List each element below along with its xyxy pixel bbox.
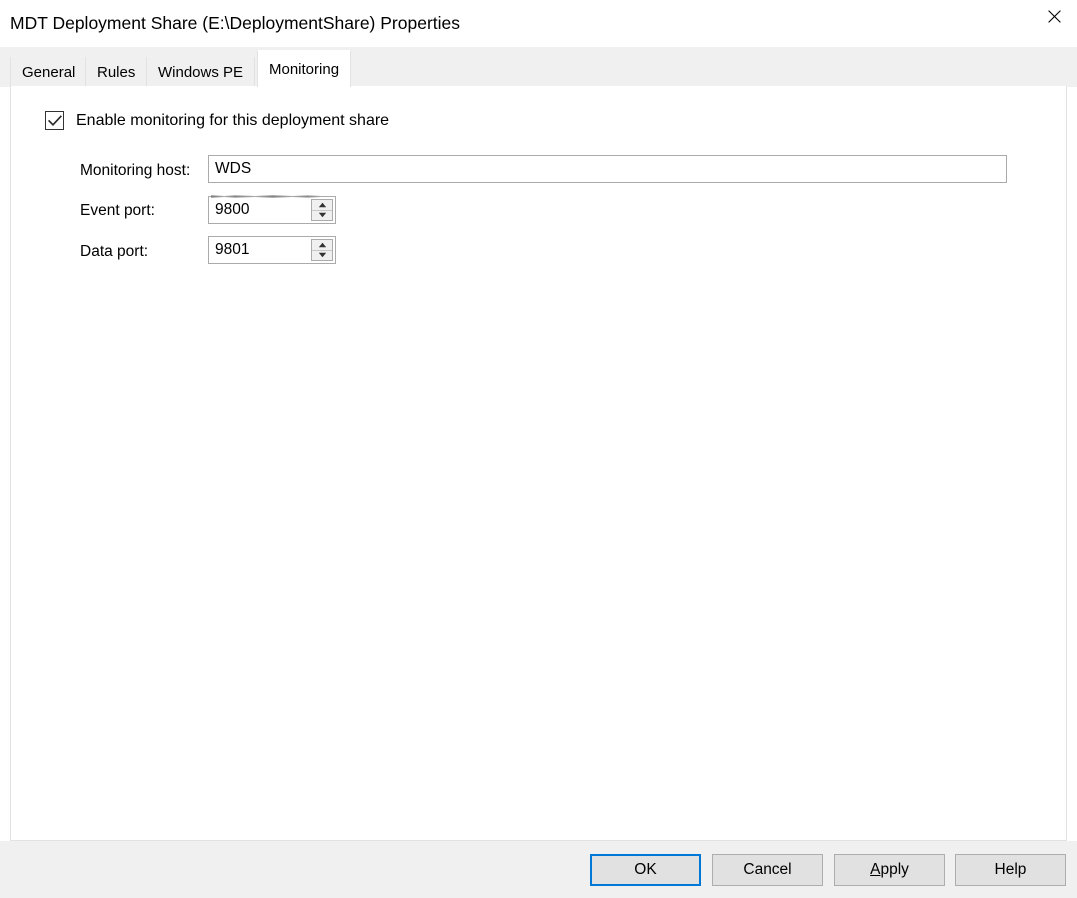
tab-general[interactable]: General — [10, 57, 88, 87]
data-port-value: 9801 — [215, 241, 250, 258]
monitoring-tab-panel: Enable monitoring for this deployment sh… — [10, 86, 1067, 841]
data-port-spinner-down[interactable] — [312, 250, 332, 260]
enable-monitoring-checkbox[interactable] — [45, 111, 64, 130]
window-title: MDT Deployment Share (E:\DeploymentShare… — [10, 13, 461, 33]
checkmark-icon — [47, 114, 62, 127]
data-port-input[interactable]: 9801 — [208, 236, 336, 264]
event-port-label: Event port: — [80, 202, 155, 219]
cancel-button[interactable]: Cancel — [712, 854, 823, 886]
close-button[interactable] — [1031, 0, 1077, 33]
event-port-spinner-down[interactable] — [312, 210, 332, 220]
data-port-spinner-up[interactable] — [312, 240, 332, 251]
tab-rules-label: Rules — [97, 63, 136, 81]
apply-button-rest: pply — [880, 861, 909, 878]
event-port-spinner[interactable] — [311, 199, 333, 221]
tab-rules[interactable]: Rules — [85, 57, 148, 87]
data-port-spinner[interactable] — [311, 239, 333, 261]
cancel-button-label: Cancel — [743, 861, 792, 878]
enable-monitoring-label: Enable monitoring for this deployment sh… — [76, 111, 390, 129]
monitoring-host-value: WDS — [215, 160, 252, 177]
apply-button[interactable]: Apply — [834, 854, 945, 886]
triangle-up-icon — [318, 202, 327, 208]
tab-windows-pe[interactable]: Windows PE — [146, 57, 256, 87]
event-port-input[interactable]: 9800 — [208, 196, 336, 224]
monitoring-host-label: Monitoring host: — [80, 162, 191, 179]
help-button[interactable]: Help — [955, 854, 1066, 886]
close-icon — [1047, 10, 1061, 23]
data-port-label: Data port: — [80, 243, 149, 260]
ok-button-label: OK — [634, 861, 657, 878]
title-bar: MDT Deployment Share (E:\DeploymentShare… — [0, 0, 1077, 47]
monitoring-host-input[interactable]: WDS — [208, 155, 1007, 183]
triangle-down-icon — [318, 252, 327, 258]
tab-monitoring-label: Monitoring — [269, 60, 340, 78]
event-port-spinner-up[interactable] — [312, 200, 332, 211]
ok-button[interactable]: OK — [590, 854, 701, 886]
tab-general-label: General — [22, 63, 76, 81]
help-button-label: Help — [994, 861, 1027, 878]
enable-monitoring-checkbox-row[interactable]: Enable monitoring for this deployment sh… — [45, 111, 389, 130]
triangle-up-icon — [318, 242, 327, 248]
tab-windows-pe-label: Windows PE — [158, 63, 244, 81]
tab-strip: General Rules Windows PE Monitoring — [0, 47, 1077, 87]
apply-button-label: Apply — [870, 861, 909, 879]
apply-accelerator: A — [870, 861, 881, 878]
tab-monitoring[interactable]: Monitoring — [257, 50, 352, 87]
event-port-value: 9800 — [215, 201, 250, 218]
triangle-down-icon — [318, 212, 327, 218]
